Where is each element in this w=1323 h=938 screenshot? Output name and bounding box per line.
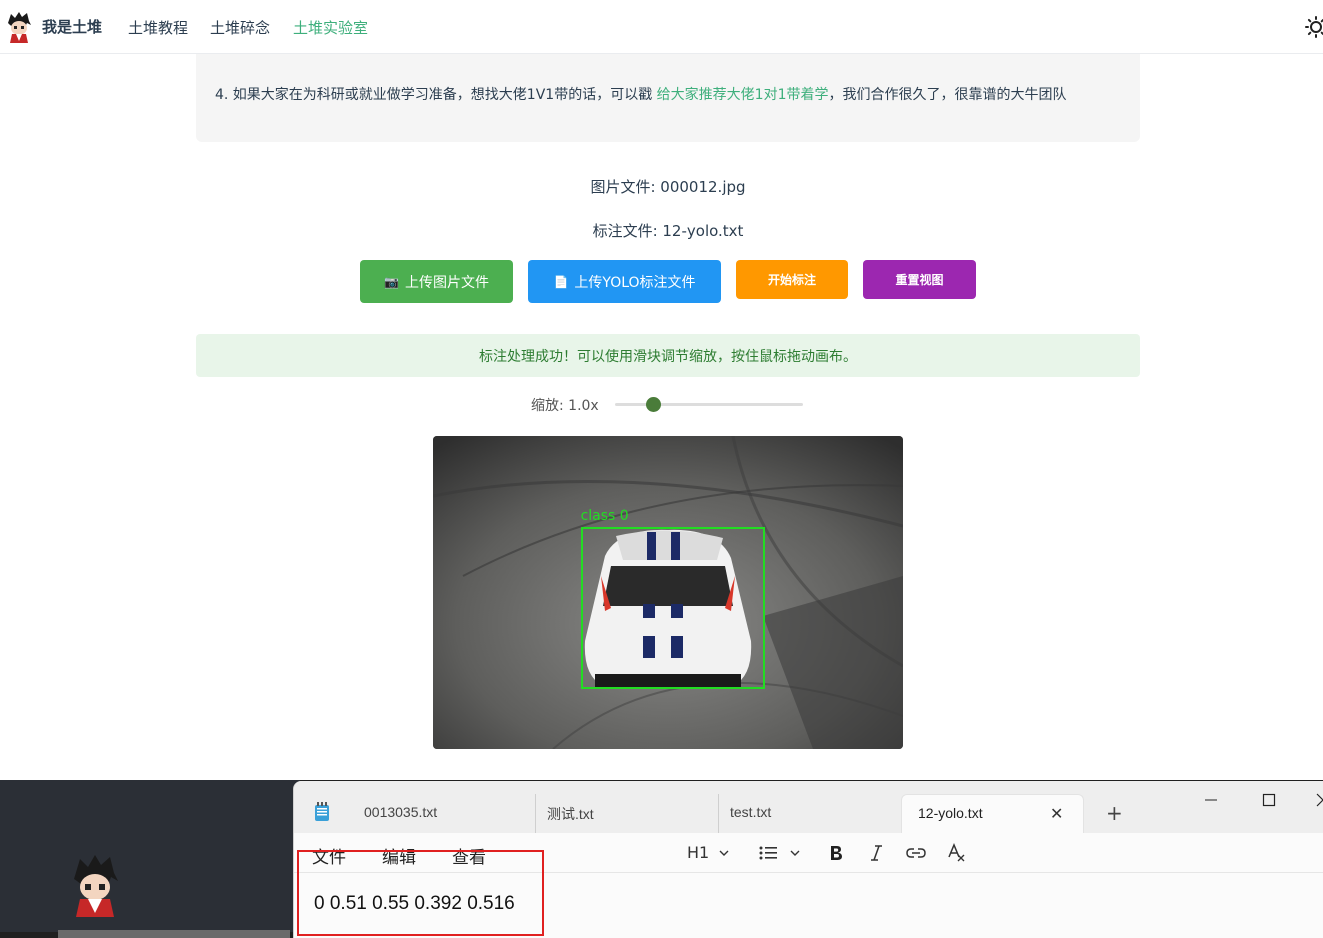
label-file-name: 标注文件: 12-yolo.txt [592, 222, 744, 240]
tab-test[interactable]: test.txt [714, 794, 894, 833]
upload-yolo-label: 上传YOLO标注文件 [574, 274, 696, 291]
zoom-label: 缩放: 1.0x [531, 398, 599, 414]
add-tab-icon[interactable]: + [1106, 801, 1123, 825]
image-file-name: 图片文件: 000012.jpg [590, 178, 746, 196]
heading-select-value: H1 [687, 843, 710, 862]
mascot-avatar-icon [74, 855, 118, 917]
bounding-box[interactable] [580, 527, 765, 689]
notepad-tabstrip: 0013035.txt 测试.txt test.txt 12-yolo.txt … [294, 781, 1323, 833]
brand-title[interactable]: 我是土堆 [42, 16, 102, 37]
video-preview-area [0, 780, 300, 932]
notepad-app-icon [315, 802, 329, 821]
zoom-slider[interactable] [615, 397, 803, 412]
nav-link-notes[interactable]: 土堆碎念 [210, 17, 270, 38]
bounding-box-label: class 0 [580, 508, 629, 525]
start-annotation-button[interactable]: 开始标注 [736, 260, 848, 299]
nav-link-lab[interactable]: 土堆实验室 [293, 17, 368, 38]
nav-link-tutorials[interactable]: 土堆教程 [128, 17, 188, 38]
notice-text: 4. 如果大家在为科研或就业做学习准备，想找大佬1V1带的话，可以戳 给大家推荐… [215, 84, 1066, 104]
maximize-icon[interactable] [1262, 793, 1276, 807]
bold-icon[interactable] [828, 844, 844, 862]
list-chevron-down-icon[interactable] [789, 848, 801, 858]
heading-select[interactable]: H1 [687, 843, 709, 862]
highlight-annotation-box [297, 850, 544, 936]
zoom-slider-thumb[interactable] [645, 397, 661, 412]
notice-text-after: ，我们合作很久了，很靠谱的大牛团队 [828, 87, 1067, 103]
link-icon[interactable] [906, 846, 926, 860]
reset-view-button[interactable]: 重置视图 [863, 260, 976, 299]
upload-yolo-button[interactable]: 📄 上传YOLO标注文件 [528, 260, 721, 303]
upload-image-button[interactable]: 📷 上传图片文件 [360, 260, 513, 303]
notice-text-before: 4. 如果大家在为科研或就业做学习准备，想找大佬1V1带的话，可以戳 [215, 87, 657, 103]
upload-image-label: 上传图片文件 [404, 274, 489, 291]
tab-12-yolo[interactable]: 12-yolo.txt ✕ [901, 794, 1084, 833]
top-navbar: 我是土堆 土堆教程 土堆碎念 土堆实验室 [0, 0, 1323, 54]
tab-12-yolo-label: 12-yolo.txt [918, 805, 983, 821]
sun-theme-icon[interactable] [1305, 16, 1323, 38]
annotation-canvas[interactable]: class 0 [433, 436, 903, 749]
mentor-link[interactable]: 给大家推荐大佬1对1带着学 [657, 87, 829, 103]
window-close-icon[interactable] [1316, 793, 1323, 807]
tab-test-cn[interactable]: 测试.txt [531, 794, 719, 833]
thumbnail-strip [58, 930, 290, 938]
close-tab-icon[interactable]: ✕ [1050, 804, 1063, 824]
tab-0013035[interactable]: 0013035.txt [348, 794, 536, 833]
bullet-list-icon[interactable] [759, 845, 779, 861]
italic-icon[interactable] [868, 844, 884, 862]
avatar-logo-icon[interactable] [5, 11, 33, 43]
minimize-icon[interactable] [1204, 793, 1218, 807]
clear-formatting-icon[interactable] [947, 843, 967, 863]
document-icon: 📄 [553, 274, 569, 289]
status-message: 标注处理成功！可以使用滑块调节缩放，按住鼠标拖动画布。 [196, 334, 1140, 377]
camera-icon: 📷 [384, 274, 399, 289]
chevron-down-icon[interactable] [718, 848, 730, 858]
